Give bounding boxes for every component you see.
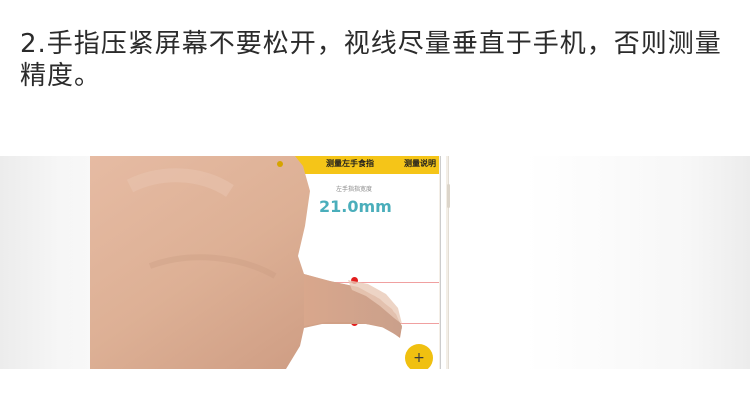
- instruction-text: 2.手指压紧屏幕不要松开，视线尽量垂直于手机，否则测量精度。: [20, 29, 722, 91]
- demo-photo: 测量左手食指 测量说明 左手指指宽度 21.0mm +: [0, 156, 750, 369]
- tutorial-page: 2.手指压紧屏幕不要松开，视线尽量垂直于手机，否则测量精度。 测量左手食指 测量…: [0, 0, 750, 408]
- hand-shape: [90, 156, 402, 369]
- phone-edge: [440, 156, 446, 369]
- hand-illustration: [90, 156, 420, 369]
- bottom-margin: [0, 369, 750, 408]
- phone-side-button: [447, 184, 450, 208]
